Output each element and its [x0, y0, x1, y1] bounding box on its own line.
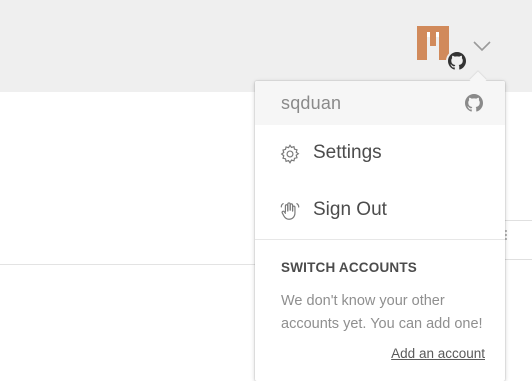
github-icon: [448, 52, 466, 70]
chevron-down-icon: [473, 41, 491, 52]
current-user-row: sqduan: [255, 81, 505, 125]
switch-accounts-description: We don't know your other accounts yet. Y…: [281, 293, 483, 332]
account-dropdown: sqduan Settings Sign Out SWITCH ACCOUNTS…: [255, 71, 505, 381]
menu-item-settings[interactable]: Settings: [255, 133, 505, 173]
gear-icon: [280, 144, 300, 164]
menu-item-label: Sign Out: [313, 199, 387, 220]
github-badge: [446, 50, 468, 72]
add-account-link[interactable]: Add an account: [391, 346, 485, 361]
more-options-icon: [505, 230, 507, 232]
username: sqduan: [281, 93, 342, 113]
menu-divider: [255, 239, 505, 240]
menu-item-sign-out[interactable]: Sign Out: [255, 190, 505, 230]
github-icon: [465, 94, 483, 112]
switch-accounts-title: SWITCH ACCOUNTS: [281, 260, 417, 275]
waving-hand-icon: [280, 202, 300, 220]
menu-item-label: Settings: [313, 142, 382, 163]
account-menu-toggle[interactable]: [412, 24, 500, 72]
content-divider: [0, 264, 256, 265]
